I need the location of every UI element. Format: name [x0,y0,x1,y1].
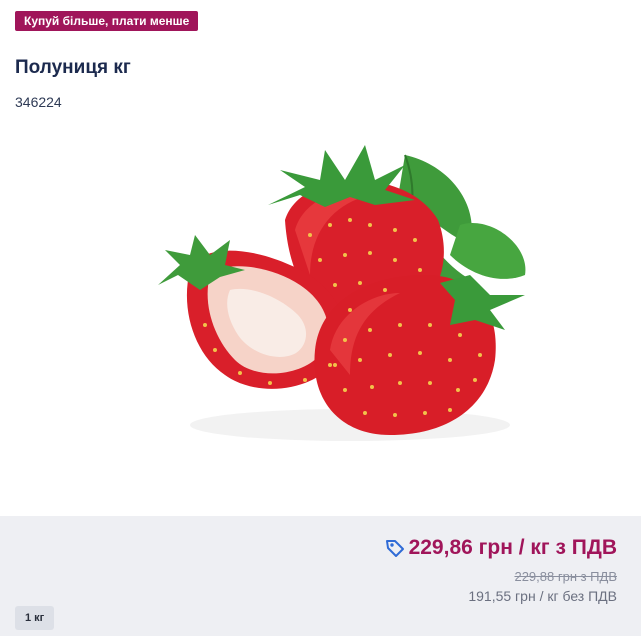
price-with-vat: 229,86 грн / кг з ПДВ [385,536,617,560]
product-sku: 346224 [15,94,62,110]
strawberry-image [158,145,526,441]
old-price: 229,88 грн з ПДВ [514,569,617,584]
price-without-vat: 191,55 грн / кг без ПДВ [468,588,617,604]
product-title[interactable]: Полуниця кг [15,57,131,79]
price-tag-icon [385,538,405,558]
product-image[interactable] [150,125,540,455]
promo-badge: Купуй більше, плати менше [15,11,199,31]
price-with-vat-value: 229,86 грн / кг з ПДВ [408,536,617,559]
unit-selector[interactable]: 1 кг [15,606,55,630]
